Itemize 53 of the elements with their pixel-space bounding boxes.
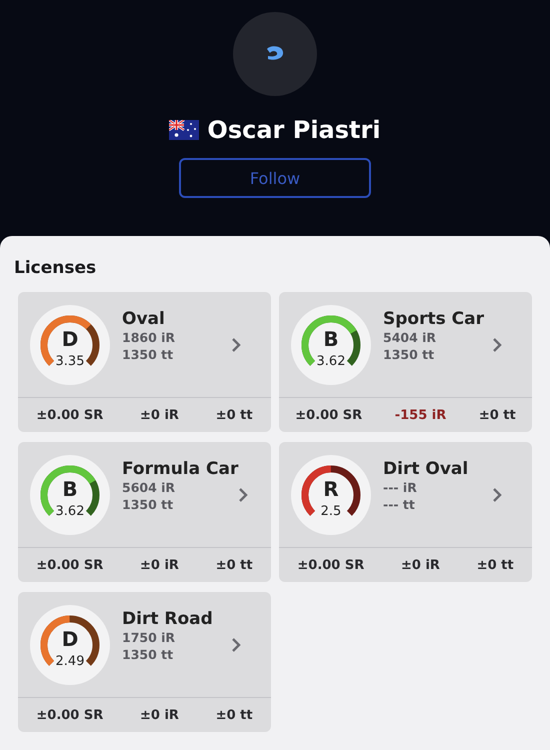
rating-change: ±0 iR: [140, 408, 179, 422]
rating-change: ±0 iR: [140, 558, 179, 572]
safety-rating: 3.62: [54, 504, 86, 518]
license-category: Oval: [122, 308, 166, 328]
time-trial: 1350 tt: [122, 496, 174, 512]
license-card[interactable]: D 2.49 Dirt Road 1750 iR 1350 tt ±0.00 SR ±0 iR ±0 tt: [18, 592, 271, 732]
rating-change: ±0 iR: [401, 558, 440, 572]
license-class: R: [322, 476, 340, 500]
time-trial: 1350 tt: [122, 346, 174, 362]
license-card[interactable]: D 3.35 Oval 1860 iR 1350 tt ±0.00 SR ±0 iR ±0 tt: [18, 292, 271, 432]
flag-icon: [169, 120, 200, 140]
license-category: Dirt Road: [122, 608, 214, 628]
license-class: D: [60, 326, 80, 350]
rating-change: ±0 tt: [476, 558, 514, 572]
chevron-icon: [492, 336, 502, 352]
irating: 5604 iR: [122, 478, 176, 496]
rating-change: ±0.00 SR: [36, 558, 104, 572]
license-category: Sports Car: [383, 308, 485, 328]
license-class: B: [61, 476, 79, 500]
rating-change: ±0 tt: [216, 408, 253, 422]
time-trial: 1350 tt: [122, 646, 174, 662]
irating: 1860 iR: [122, 328, 176, 346]
irating: 1750 iR: [122, 628, 176, 646]
chevron-icon: [492, 486, 502, 502]
irating: --- iR: [383, 478, 418, 496]
rating-change: -155 iR: [394, 408, 446, 422]
license-category: Dirt Oval: [383, 458, 470, 478]
license-card[interactable]: R 2.5 Dirt Oval --- iR --- tt ±0.00 SR ±0 iR ±0 tt: [279, 442, 532, 582]
rating-change: ±0.00 SR: [36, 408, 104, 422]
rating-change: ±0 tt: [216, 708, 253, 722]
time-trial: --- tt: [383, 496, 416, 512]
rating-change: ±0 iR: [140, 708, 179, 722]
chevron-icon: [231, 636, 241, 652]
time-trial: 1350 tt: [383, 346, 436, 362]
rating-change: ±0 tt: [478, 408, 516, 422]
safety-rating: 3.62: [316, 354, 346, 368]
section-title: Licenses: [14, 258, 98, 278]
safety-rating: 2.49: [54, 654, 86, 668]
license-class: B: [322, 326, 340, 350]
driver-name: Oscar Piastri: [207, 116, 381, 144]
license-card[interactable]: B 3.62 Sports Car 5404 iR 1350 tt ±0.00 SR -155 iR ±0 tt: [279, 292, 532, 432]
rating-change: ±0.00 SR: [36, 708, 104, 722]
license-card[interactable]: B 3.62 Formula Car 5604 iR 1350 tt ±0.00 SR ±0 iR ±0 tt: [18, 442, 271, 582]
safety-rating: 2.5: [320, 504, 342, 518]
rating-change: ±0.00 SR: [295, 408, 362, 422]
chevron-icon: [231, 336, 241, 352]
rating-change: ±0.00 SR: [297, 558, 364, 572]
license-class: D: [60, 626, 80, 650]
chevron-icon: [238, 486, 248, 502]
irating: 5404 iR: [383, 328, 438, 346]
rating-change: ±0 tt: [216, 558, 253, 572]
license-category: Formula Car: [122, 458, 238, 478]
safety-rating: 3.35: [54, 354, 86, 368]
